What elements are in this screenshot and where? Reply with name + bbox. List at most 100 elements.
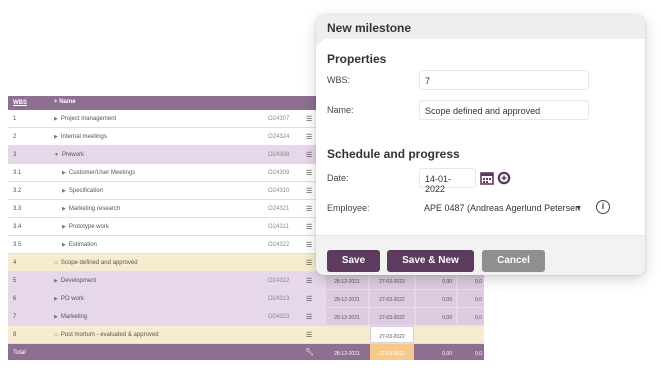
info-icon[interactable]: i bbox=[596, 200, 610, 214]
row-start-date: 28-12-2021 bbox=[326, 290, 368, 307]
row-value-1: 0,00 bbox=[416, 290, 456, 307]
row-wbs: 4 bbox=[13, 260, 17, 266]
hamburger-menu-icon[interactable]: ☰ bbox=[306, 241, 312, 249]
expand-arrow-icon[interactable]: ▶ bbox=[62, 170, 66, 176]
task-row[interactable]: 7 ▶ Marketing O24323 ☰ 28-12-2021 27-03-2022 0,… bbox=[8, 308, 484, 326]
expand-arrow-icon[interactable]: ▶ bbox=[54, 314, 58, 320]
row-name[interactable]: ▶ Development bbox=[54, 278, 96, 284]
properties-heading: Properties bbox=[327, 52, 387, 66]
row-code: O24309 bbox=[268, 170, 290, 176]
row-wbs: 6 bbox=[13, 296, 17, 302]
wbs-input[interactable]: 7 bbox=[419, 70, 589, 90]
name-input[interactable]: Scope defined and approved bbox=[419, 100, 589, 120]
row-name[interactable]: ▶ Estimation bbox=[62, 242, 97, 248]
row-code: O24324 bbox=[268, 134, 290, 140]
hamburger-menu-icon[interactable]: ☰ bbox=[306, 115, 312, 123]
save-button[interactable]: Save bbox=[327, 250, 380, 272]
row-value-2 bbox=[458, 326, 484, 343]
row-value-2: 0,0 bbox=[458, 290, 484, 307]
row-name[interactable]: ▶ Marketing bbox=[54, 314, 87, 320]
wrench-icon[interactable]: 🔧︎ bbox=[305, 348, 314, 356]
row-code: O24313 bbox=[268, 296, 290, 302]
name-column-header[interactable]: + Name bbox=[54, 99, 76, 105]
row-wbs: 1 bbox=[13, 116, 17, 122]
dialog-footer: Save Save & New Cancel bbox=[316, 235, 645, 275]
cancel-button[interactable]: Cancel bbox=[482, 250, 545, 272]
milestone-diamond-icon[interactable]: ◇ bbox=[54, 260, 58, 266]
row-name[interactable]: ▼ Prework bbox=[54, 152, 84, 158]
row-name[interactable]: ◇ Scope defined and approved bbox=[54, 260, 138, 266]
milestone-diamond-icon[interactable]: ◇ bbox=[54, 332, 58, 338]
row-wbs: 3.1 bbox=[13, 170, 22, 176]
row-value-1 bbox=[416, 326, 456, 343]
expand-arrow-icon[interactable]: ▶ bbox=[54, 116, 58, 122]
hamburger-menu-icon[interactable]: ☰ bbox=[306, 331, 312, 339]
total-label: Total bbox=[13, 350, 26, 356]
row-wbs: 3.2 bbox=[13, 188, 22, 194]
chevron-down-icon: ▼ bbox=[575, 205, 582, 212]
row-code: O24310 bbox=[268, 188, 290, 194]
wbs-column-header[interactable]: WBS bbox=[13, 100, 27, 106]
date-input[interactable]: 14-01-2022 bbox=[419, 168, 476, 194]
row-name[interactable]: ▶ Specification bbox=[62, 188, 103, 194]
expand-arrow-icon[interactable]: ▶ bbox=[54, 134, 58, 140]
row-code: O24321 bbox=[268, 206, 290, 212]
total-value-1: 0,00 bbox=[416, 344, 456, 360]
hamburger-menu-icon[interactable]: ☰ bbox=[306, 169, 312, 177]
hamburger-menu-icon[interactable]: ☰ bbox=[306, 277, 312, 285]
hamburger-menu-icon[interactable]: ☰ bbox=[306, 205, 312, 213]
row-name[interactable]: ▶ Prototype work bbox=[62, 224, 109, 230]
hamburger-menu-icon[interactable]: ☰ bbox=[306, 313, 312, 321]
row-name[interactable]: ▶ Customer/User Meetings bbox=[62, 170, 135, 176]
total-start: 28-12-2021 bbox=[326, 344, 368, 360]
row-end-date: 27-03-2022 bbox=[370, 326, 414, 343]
add-circle-icon[interactable] bbox=[497, 171, 511, 185]
row-code: O24307 bbox=[268, 116, 290, 122]
row-wbs: 3.4 bbox=[13, 224, 22, 230]
row-code: O24323 bbox=[268, 314, 290, 320]
row-code: O24308 bbox=[268, 152, 290, 158]
row-name[interactable]: ◇ Post mortum - evaluated & approved bbox=[54, 332, 159, 338]
row-wbs: 3.3 bbox=[13, 206, 22, 212]
row-end-date: 27-03-2022 bbox=[370, 290, 414, 307]
row-wbs: 3.5 bbox=[13, 242, 22, 248]
hamburger-menu-icon[interactable]: ☰ bbox=[306, 151, 312, 159]
calendar-icon[interactable] bbox=[480, 171, 494, 185]
hamburger-menu-icon[interactable]: ☰ bbox=[306, 223, 312, 231]
row-wbs: 3 bbox=[13, 152, 17, 158]
expand-arrow-icon[interactable]: ▶ bbox=[54, 278, 58, 284]
row-start-date: 28-12-2021 bbox=[326, 308, 368, 325]
row-wbs: 5 bbox=[13, 278, 17, 284]
name-label: Name: bbox=[327, 105, 354, 115]
row-value-2: 0,0 bbox=[458, 308, 484, 325]
row-code: O24322 bbox=[268, 242, 290, 248]
task-row[interactable]: 6 ▶ PO work O24313 ☰ 28-12-2021 27-03-2022 0,00… bbox=[8, 290, 484, 308]
employee-select[interactable]: APE 0487 (Andreas Agerlund Petersen ▼ bbox=[419, 198, 587, 218]
dialog-title: New milestone bbox=[327, 21, 412, 35]
total-value-2: 0,0 bbox=[458, 344, 484, 360]
milestone-row[interactable]: 8 ◇ Post mortum - evaluated & approved ☰ 27-… bbox=[8, 326, 484, 344]
row-name[interactable]: ▶ Internal meetings bbox=[54, 134, 107, 140]
save-and-new-button[interactable]: Save & New bbox=[387, 250, 474, 272]
expand-arrow-icon[interactable]: ▼ bbox=[54, 152, 59, 158]
row-wbs: 8 bbox=[13, 332, 17, 338]
row-name[interactable]: ▶ Project management bbox=[54, 116, 116, 122]
hamburger-menu-icon[interactable]: ☰ bbox=[306, 295, 312, 303]
row-name[interactable]: ▶ Marketing research bbox=[62, 206, 120, 212]
dialog-header: New milestone bbox=[316, 15, 645, 47]
expand-arrow-icon[interactable]: ▶ bbox=[62, 224, 66, 230]
add-column-icon[interactable]: + bbox=[54, 99, 58, 105]
row-end-date: 27-03-2022 bbox=[370, 308, 414, 325]
expand-arrow-icon[interactable]: ▶ bbox=[62, 206, 66, 212]
hamburger-menu-icon[interactable]: ☰ bbox=[306, 187, 312, 195]
hamburger-menu-icon[interactable]: ☰ bbox=[306, 133, 312, 141]
expand-arrow-icon[interactable]: ▶ bbox=[54, 296, 58, 302]
row-name[interactable]: ▶ PO work bbox=[54, 296, 84, 302]
row-wbs: 7 bbox=[13, 314, 17, 320]
schedule-heading: Schedule and progress bbox=[327, 147, 460, 161]
expand-arrow-icon[interactable]: ▶ bbox=[62, 188, 66, 194]
row-wbs: 2 bbox=[13, 134, 17, 140]
hamburger-menu-icon[interactable]: ☰ bbox=[306, 259, 312, 267]
new-milestone-dialog: New milestone Properties WBS: 7 Name: Sc… bbox=[316, 15, 645, 275]
expand-arrow-icon[interactable]: ▶ bbox=[62, 242, 66, 248]
